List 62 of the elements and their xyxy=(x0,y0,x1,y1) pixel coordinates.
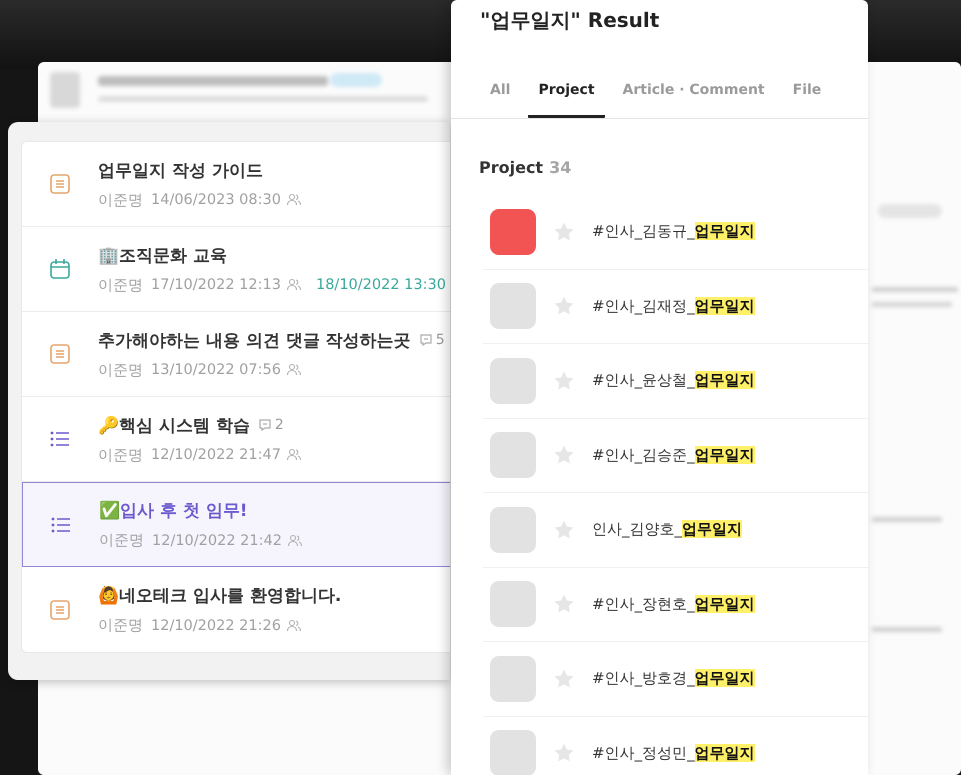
post-item[interactable]: ✅입사 후 첫 임무! 이준명 12/10/2022 21:42 xyxy=(22,482,450,567)
calendar-icon xyxy=(48,257,72,281)
project-title: #인사_정성민_업무일지 xyxy=(592,744,755,763)
results-title: "업무일지" Result xyxy=(479,7,660,34)
post-item[interactable]: 추가해야하는 내용 의견 댓글 작성하는곳 5 이준명 13/10/2022 07:56 xyxy=(22,312,450,397)
blurred-thumbnail xyxy=(50,72,80,108)
people-icon xyxy=(286,618,302,634)
author-name: 이준명 xyxy=(98,276,143,294)
blurred-text xyxy=(872,627,942,632)
project-title: #인사_윤상철_업무일지 xyxy=(592,371,755,390)
people-icon xyxy=(286,277,302,293)
post-title: 🙆네오테크 입사를 환영합니다. xyxy=(98,585,342,607)
due-date: 18/10/2022 13:30 xyxy=(316,277,446,293)
project-title: 인사_김양호_업무일지 xyxy=(592,520,742,540)
project-item[interactable]: #인사_정성민_업무일지 xyxy=(483,716,868,775)
project-item[interactable]: #인사_김승준_업무일지 xyxy=(483,418,868,493)
post-date: 12/10/2022 21:47 xyxy=(151,447,281,463)
comment-count: 5 xyxy=(436,332,445,348)
post-title: 🏢조직문화 교육 xyxy=(98,244,227,266)
project-title: #인사_김승준_업무일지 xyxy=(592,446,755,465)
comment-count: 2 xyxy=(274,417,284,433)
document-icon xyxy=(48,172,72,196)
post-date: 14/06/2023 08:30 xyxy=(151,192,281,208)
tab[interactable]: Project xyxy=(528,65,605,118)
project-title: #인사_김재정_업무일지 xyxy=(592,296,755,316)
project-item[interactable]: #인사_김동규_업무일지 xyxy=(483,195,868,270)
author-name: 이준명 xyxy=(98,446,143,464)
project-item[interactable]: #인사_김재정_업무일지 xyxy=(483,270,868,344)
post-date: 12/10/2022 21:26 xyxy=(151,618,281,634)
post-title: 업무일지 작성 가이드 xyxy=(98,160,263,182)
result-count: 34 xyxy=(549,158,572,179)
comment-icon xyxy=(418,333,433,347)
document-icon xyxy=(48,598,72,622)
comment-icon xyxy=(258,418,272,432)
project-title: #인사_장현호_업무일지 xyxy=(592,594,755,614)
author-name: 이준명 xyxy=(98,616,143,635)
post-item[interactable]: 업무일지 작성 가이드 이준명 14/06/2023 08:30 xyxy=(22,142,450,227)
post-title: 🔑핵심 시스템 학습 xyxy=(98,414,250,436)
post-title: ✅입사 후 첫 임무! xyxy=(99,500,248,522)
post-date: 13/10/2022 07:56 xyxy=(151,362,281,378)
post-item[interactable]: 🙆네오테크 입사를 환영합니다. 이준명 12/10/2022 21:26 xyxy=(22,567,450,652)
project-title: #인사_방호경_업무일지 xyxy=(592,669,755,688)
people-icon xyxy=(286,362,302,378)
post-date: 17/10/2022 12:13 xyxy=(151,277,281,293)
people-icon xyxy=(286,447,302,463)
post-item[interactable]: 🏢조직문화 교육 이준명 17/10/2022 12:13 18/10/2022 13:30 xyxy=(22,227,450,312)
project-title: #인사_김동규_업무일지 xyxy=(592,222,755,242)
section-title: Project xyxy=(479,158,544,179)
post-date: 12/10/2022 21:42 xyxy=(152,532,282,548)
project-item[interactable]: #인사_방호경_업무일지 xyxy=(483,642,868,716)
post-title: 추가해야하는 내용 의견 댓글 작성하는곳 xyxy=(98,330,411,352)
author-name: 이준명 xyxy=(98,360,143,380)
people-icon xyxy=(286,192,302,208)
blurred-text xyxy=(872,517,942,522)
document-icon xyxy=(48,342,72,366)
people-icon xyxy=(286,532,303,548)
project-item[interactable]: #인사_윤상철_업무일지 xyxy=(483,344,868,418)
author-name: 이준명 xyxy=(98,190,143,210)
project-item[interactable]: 인사_김양호_업무일지 xyxy=(483,493,868,568)
author-name: 이준명 xyxy=(99,531,144,550)
project-item[interactable]: #인사_장현호_업무일지 xyxy=(483,568,868,642)
blurred-tag xyxy=(330,73,382,87)
